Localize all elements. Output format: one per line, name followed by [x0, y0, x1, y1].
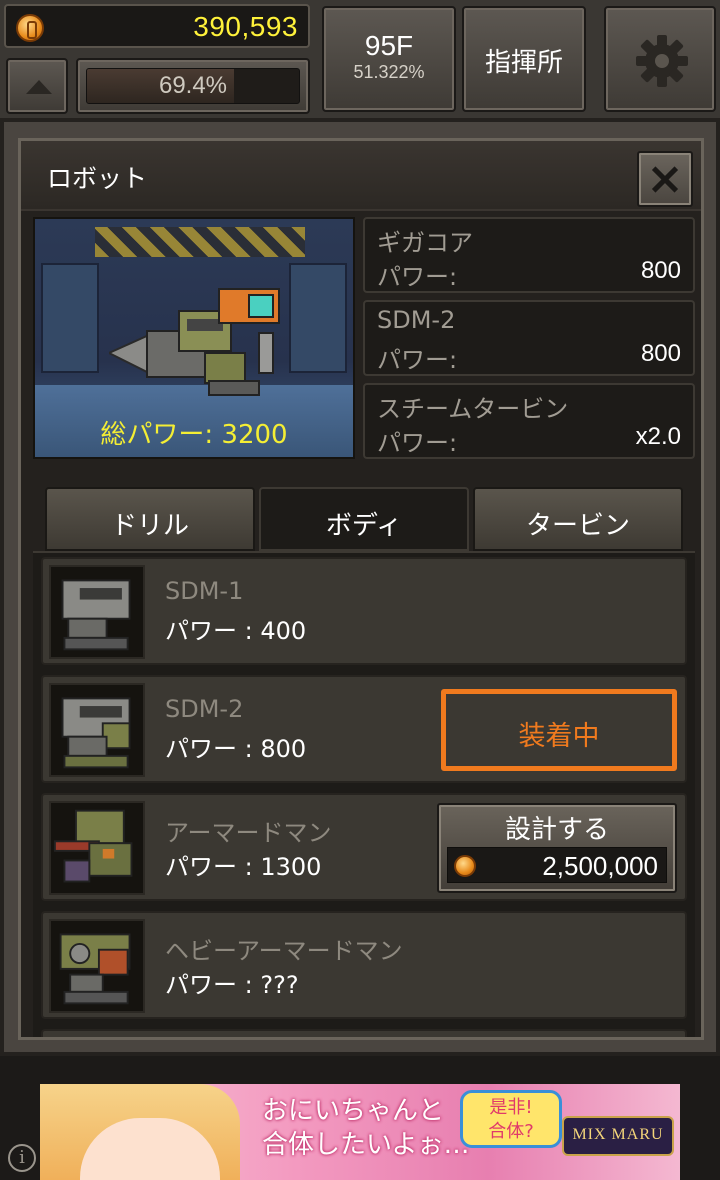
part-power-value: x2.0 — [635, 423, 681, 450]
coin-icon — [454, 855, 476, 877]
part-name: スチームタービン — [377, 395, 569, 423]
list-item-sdm-2[interactable]: SDM-2 パワー : 800 装着中 — [41, 675, 687, 783]
part-name: SDM-2 — [377, 306, 456, 334]
part-thumbnail — [49, 919, 145, 1013]
part-power-value: 800 — [640, 257, 681, 284]
design-button-label: 設計する — [504, 815, 609, 845]
total-power: 総パワー: 3200 — [100, 420, 288, 450]
part-name: ギガコア — [377, 229, 473, 257]
part-card-body: SDM-2 パワー: 800 — [363, 300, 695, 376]
robot-body-icon — [53, 809, 133, 883]
part-card-core: ギガコア パワー: 800 — [363, 217, 695, 293]
item-power: パワー : 800 — [165, 735, 307, 763]
robot-sprite — [109, 288, 280, 396]
item-name: アーマードマン — [165, 819, 332, 847]
robot-body-icon — [61, 697, 131, 769]
ad-badge: 是非! 合体? — [460, 1090, 562, 1148]
robot-body-icon — [61, 579, 131, 651]
ad-badge-line-1: 是非! — [489, 1097, 533, 1118]
item-power: パワー : 1300 — [165, 853, 322, 881]
list-item-armored-man[interactable]: アーマードマン パワー : 1300 設計する 2,500,000 — [41, 793, 687, 901]
floor-percent: 51.322% — [353, 62, 425, 82]
robot-preview: 総パワー: 3200 — [33, 217, 355, 459]
floor-label: 95F — [364, 30, 414, 61]
part-thumbnail — [49, 801, 145, 895]
window-title-bar: ロボット — [21, 141, 701, 211]
part-power-label: パワー: — [377, 429, 458, 457]
item-power: パワー : ??? — [165, 971, 299, 999]
hazard-stripe — [95, 227, 305, 257]
ad-logo: MIX MARU — [562, 1116, 674, 1156]
close-button[interactable] — [637, 151, 693, 207]
list-item-heavy-armored-man[interactable]: ヘビーアーマードマン パワー : ??? — [41, 911, 687, 1019]
tab-turbine[interactable]: タービン — [473, 487, 683, 551]
body-part-list[interactable]: SDM-1 パワー : 400 SDM-2 パワー : 800 装着中 アーマー… — [33, 551, 695, 1037]
item-name: SDM-2 — [165, 695, 244, 723]
part-thumbnail — [49, 683, 145, 777]
part-power-value: 800 — [640, 340, 681, 367]
list-item-sdm-1[interactable]: SDM-1 パワー : 400 — [41, 557, 687, 665]
wall-panel — [41, 263, 99, 373]
scroll-up-button[interactable] — [6, 58, 68, 114]
list-item-next[interactable] — [41, 1029, 687, 1037]
ad-line-2: 合体したいよぉ… — [262, 1130, 470, 1160]
design-price: 2,500,000 — [542, 851, 658, 881]
item-name: SDM-1 — [165, 577, 244, 605]
coin-counter: 390,593 — [4, 4, 310, 48]
settings-button[interactable] — [604, 6, 716, 112]
robot-panel: ロボット 総パワー: 3200 ギガコア パワー: 800 SDM-2 パワー:… — [18, 138, 704, 1040]
top-hud: 390,593 69.4% 95F 51.322% 指揮所 — [0, 0, 720, 118]
part-power-label: パワー: — [377, 263, 458, 291]
part-power-label: パワー: — [377, 346, 458, 374]
ad-headline: おにいちゃんと 合体したいよぉ… — [262, 1094, 469, 1162]
command-post-label: 指揮所 — [484, 48, 563, 78]
part-thumbnail — [49, 565, 145, 659]
ad-line-1: おにいちゃんと — [262, 1096, 445, 1126]
item-power: パワー : 400 — [165, 617, 307, 645]
design-button[interactable]: 設計する 2,500,000 — [437, 803, 677, 893]
depth-progress-bar: 69.4% — [76, 58, 310, 114]
robot-body-icon — [59, 933, 131, 1005]
command-post-button[interactable]: 指揮所 — [462, 6, 586, 112]
part-card-turbine: スチームタービン パワー: x2.0 — [363, 383, 695, 459]
item-name: ヘビーアーマードマン — [165, 937, 403, 965]
coin-icon — [16, 14, 44, 42]
ad-badge-line-2: 合体? — [488, 1121, 534, 1142]
window-title: ロボット — [47, 164, 148, 193]
info-icon[interactable]: i — [8, 1144, 36, 1172]
robot-window: ロボット 総パワー: 3200 ギガコア パワー: 800 SDM-2 パワー:… — [0, 118, 720, 1056]
progress-text: 69.4% — [158, 72, 228, 99]
ad-banner[interactable]: おにいちゃんと 合体したいよぉ… 是非! 合体? MIX MARU — [40, 1084, 680, 1180]
equipped-badge: 装着中 — [441, 689, 677, 771]
design-price-box: 2,500,000 — [447, 847, 667, 883]
coin-amount: 390,593 — [193, 11, 298, 42]
tab-body[interactable]: ボディ — [259, 487, 469, 551]
tab-drill[interactable]: ドリル — [45, 487, 255, 551]
ad-zone: おにいちゃんと 合体したいよぉ… 是非! 合体? MIX MARU i — [0, 1056, 720, 1180]
arrow-up-icon — [26, 80, 52, 94]
floor-button[interactable]: 95F 51.322% — [322, 6, 456, 112]
gear-icon — [636, 35, 688, 87]
